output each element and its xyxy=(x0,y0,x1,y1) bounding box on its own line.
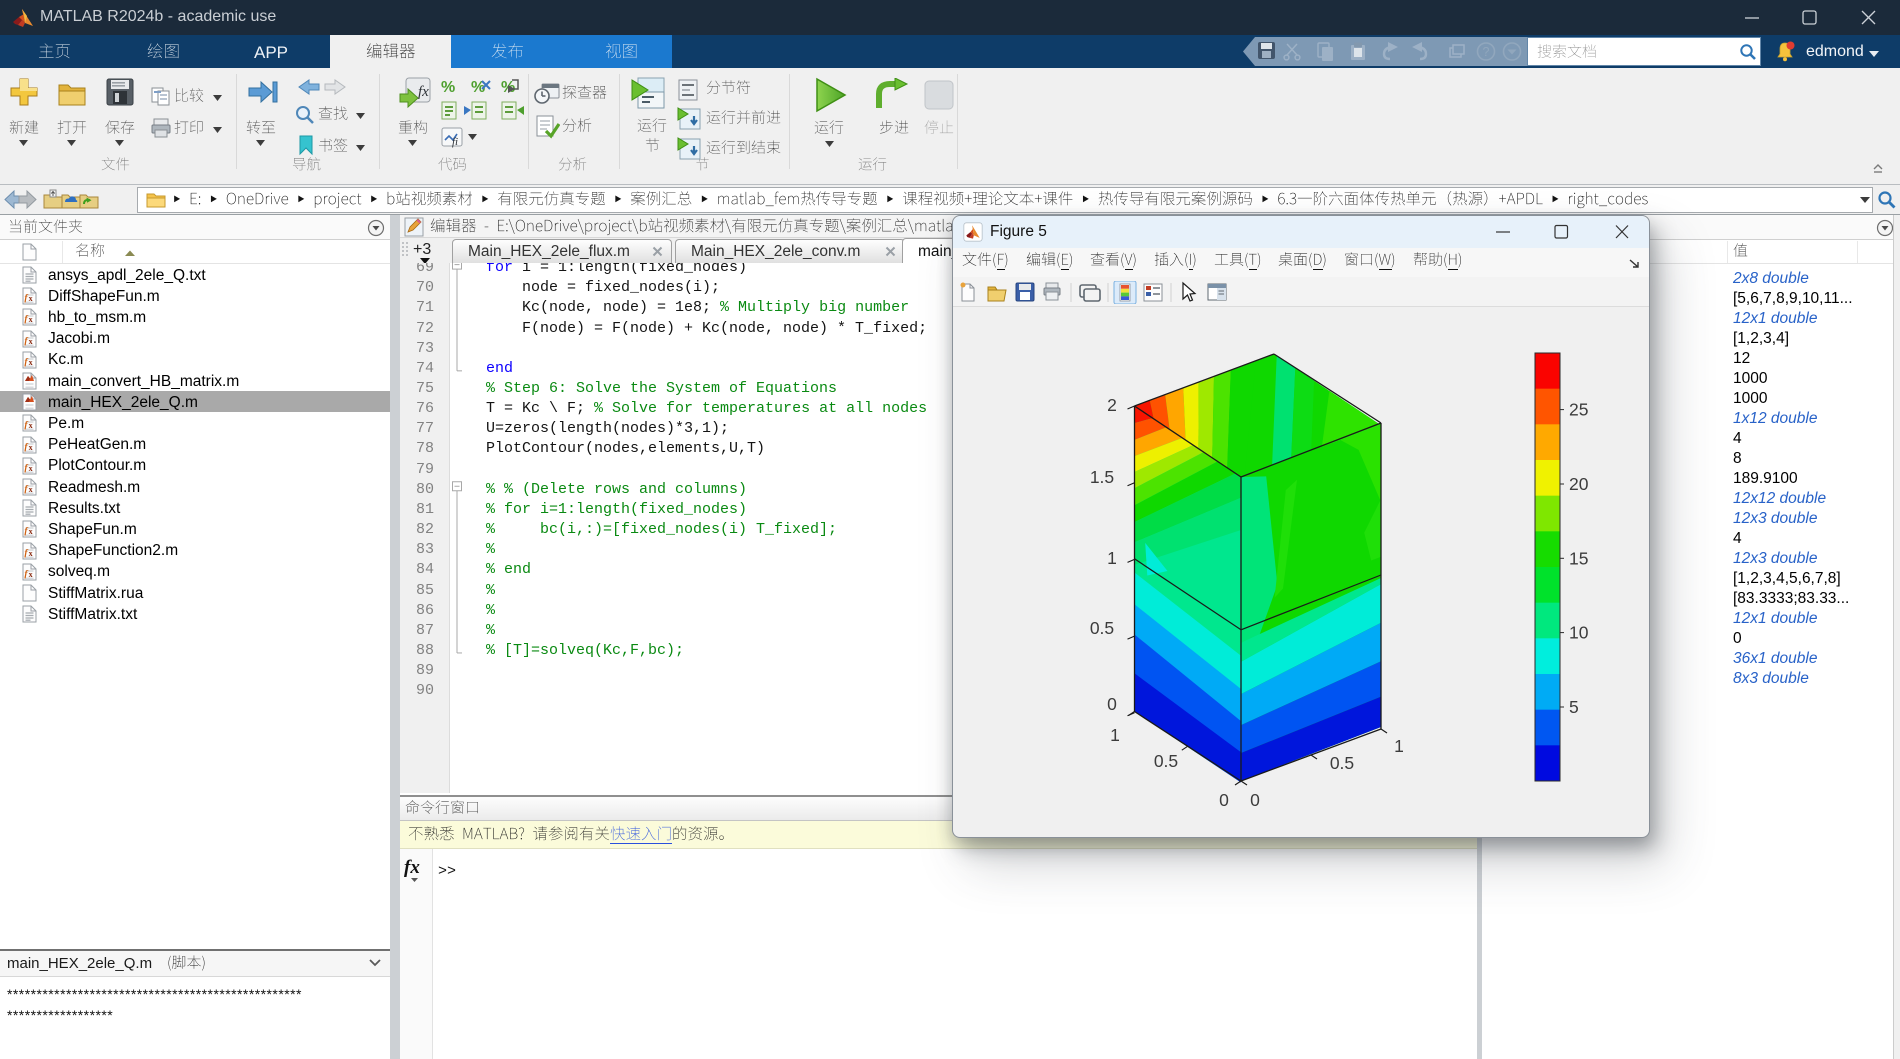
svg-text:fx: fx xyxy=(418,84,429,100)
svg-text:1: 1 xyxy=(1107,548,1117,568)
svg-text:20: 20 xyxy=(1569,474,1589,494)
svg-text:x: x xyxy=(29,570,33,579)
svg-text:x: x xyxy=(29,443,33,452)
svg-text:%: % xyxy=(441,79,455,96)
svg-text:25: 25 xyxy=(1569,400,1588,420)
svg-text:x: x xyxy=(29,421,33,430)
svg-text:x: x xyxy=(29,358,33,367)
svg-text:1: 1 xyxy=(1394,736,1404,756)
svg-text:5: 5 xyxy=(1569,697,1579,717)
svg-text:?: ? xyxy=(1483,45,1490,59)
svg-text:x: x xyxy=(29,485,33,494)
svg-text:0: 0 xyxy=(1250,790,1260,810)
svg-text:x: x xyxy=(29,549,33,558)
svg-text:10: 10 xyxy=(1569,623,1589,643)
svg-text:0.5: 0.5 xyxy=(1090,618,1114,638)
svg-text:0: 0 xyxy=(1107,694,1117,714)
svg-text:0.5: 0.5 xyxy=(1154,751,1178,771)
svg-text:x: x xyxy=(29,337,33,346)
svg-text:0: 0 xyxy=(1219,790,1229,810)
svg-text:x: x xyxy=(29,315,33,324)
svg-text:0.5: 0.5 xyxy=(1330,753,1354,773)
svg-text:1.5: 1.5 xyxy=(1090,467,1114,487)
svg-text:15: 15 xyxy=(1569,548,1588,568)
svg-text:1: 1 xyxy=(1110,725,1120,745)
svg-text:x: x xyxy=(29,527,33,536)
svg-text:x: x xyxy=(29,464,33,473)
svg-text:2: 2 xyxy=(1107,395,1117,415)
svg-text:fi: fi xyxy=(452,136,458,148)
svg-text:x: x xyxy=(29,294,33,303)
